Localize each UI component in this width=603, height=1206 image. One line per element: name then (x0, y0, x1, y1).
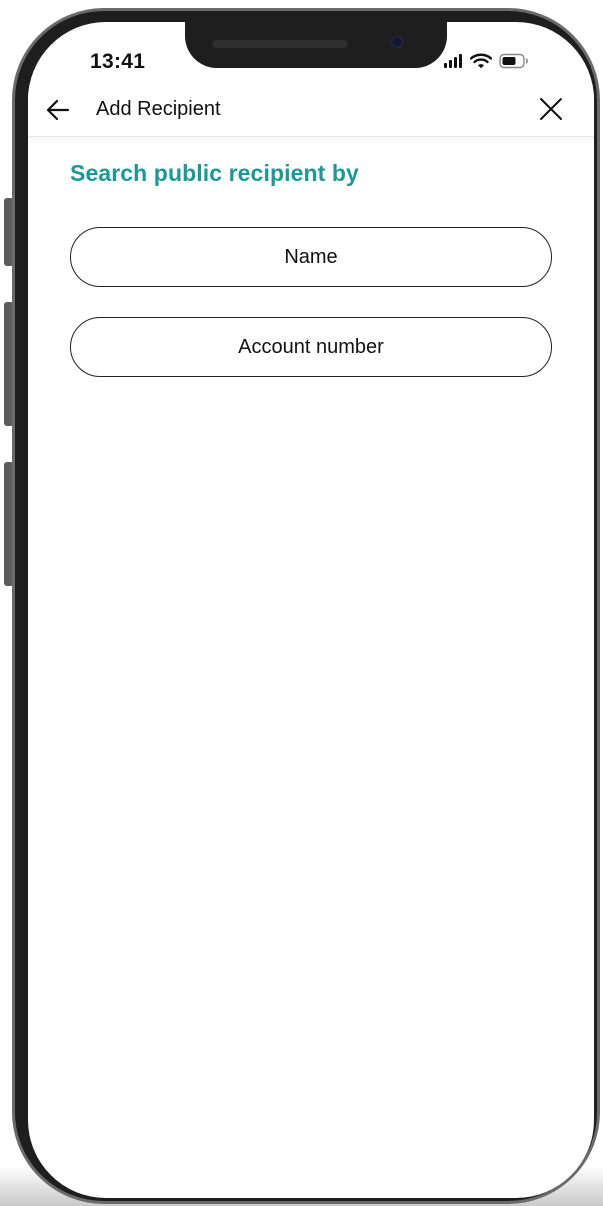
arrow-left-icon[interactable] (44, 96, 72, 124)
status-icons (444, 51, 529, 71)
search-by-account-number-button[interactable]: Account number (70, 317, 552, 377)
app-header: Add Recipient (28, 84, 594, 137)
search-by-name-label: Name (284, 245, 338, 268)
signal-bars-icon (444, 54, 462, 68)
status-time: 13:41 (90, 50, 146, 73)
battery-icon (499, 53, 528, 69)
speaker-grille (212, 40, 348, 48)
page-title: Add Recipient (96, 98, 221, 120)
phone-screen: 13:41 Add Recipient Search public recipi… (28, 22, 594, 1198)
wifi-icon (470, 53, 492, 69)
page: 13:41 Add Recipient Search public recipi… (0, 0, 603, 1206)
search-by-name-button[interactable]: Name (70, 227, 552, 287)
notch (185, 22, 447, 68)
close-icon[interactable] (536, 94, 566, 124)
front-camera-icon (391, 36, 403, 48)
search-by-account-number-label: Account number (238, 335, 384, 358)
section-title: Search public recipient by (70, 160, 359, 186)
